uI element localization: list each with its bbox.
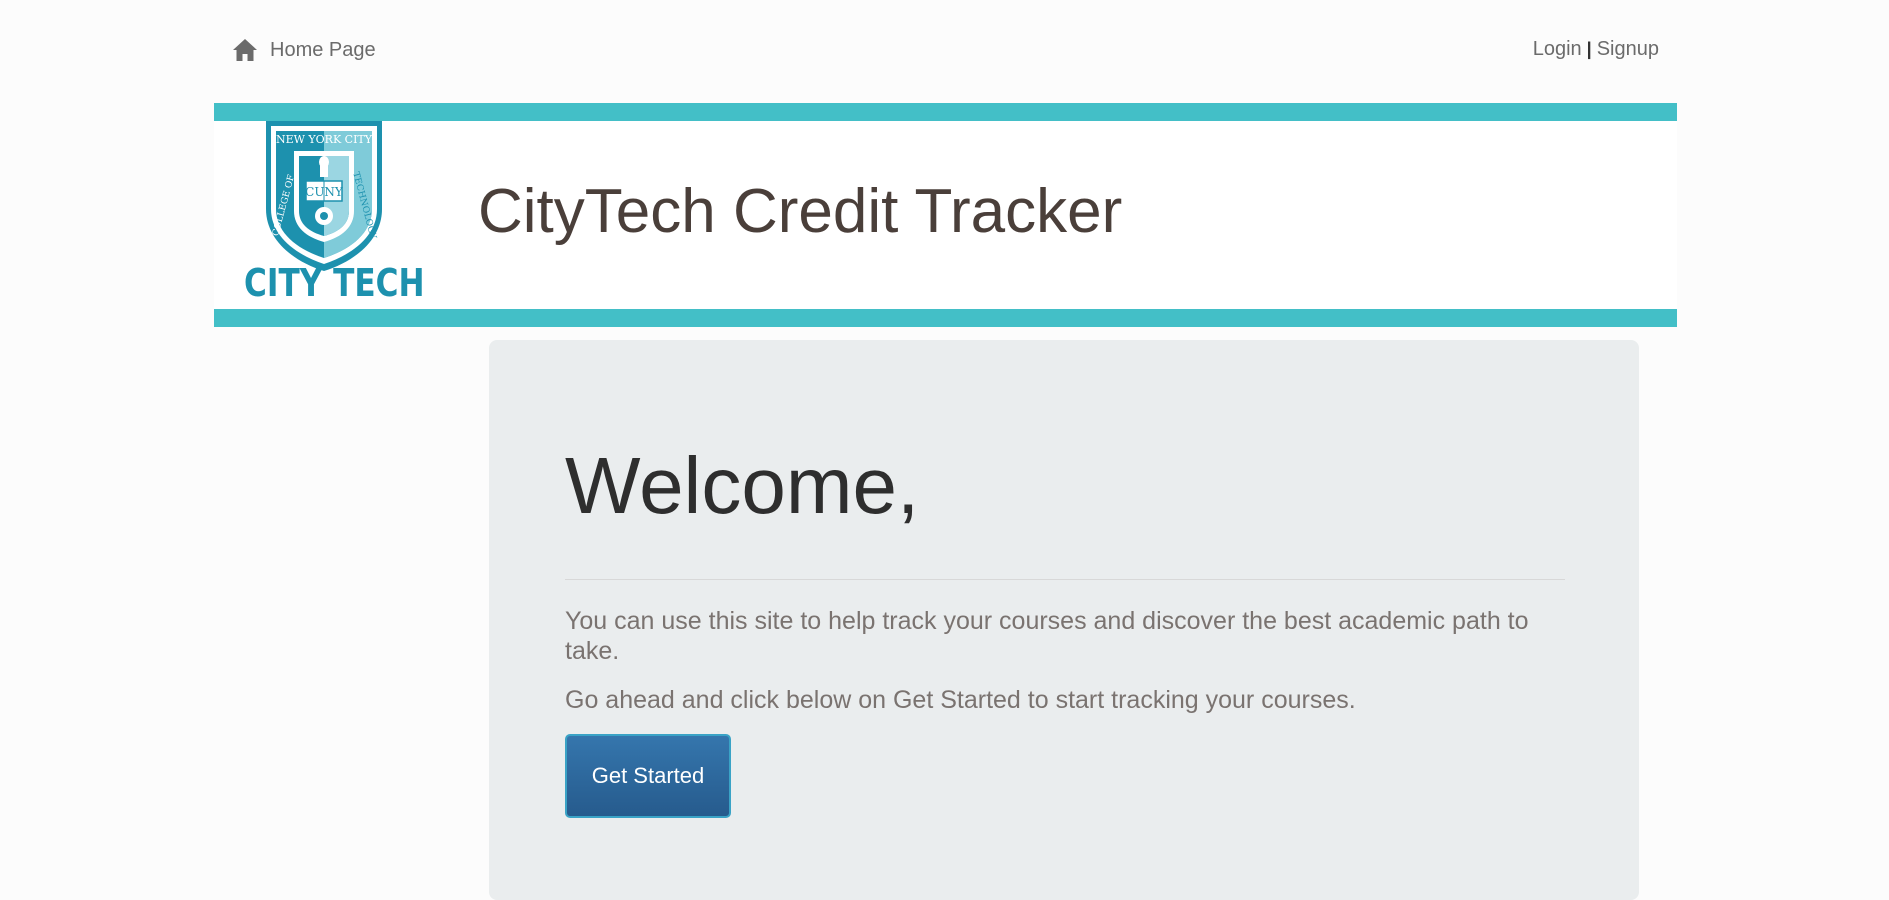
site-header: CUNY NEW YORK CITY COLLEGE OF TECHNOLOGY…: [214, 121, 1677, 309]
welcome-heading: Welcome,: [565, 441, 920, 530]
site-title: CityTech Credit Tracker: [478, 177, 1123, 246]
signup-link[interactable]: Signup: [1597, 38, 1659, 60]
home-page-link[interactable]: Home Page: [232, 38, 376, 62]
home-icon: [233, 39, 257, 61]
logo-wordmark: CITY TECH: [244, 261, 425, 305]
home-page-label: Home Page: [270, 38, 376, 61]
auth-separator: |: [1586, 39, 1592, 59]
header-top-band: [214, 103, 1677, 121]
auth-links: Login | Signup: [1533, 38, 1659, 61]
welcome-panel: Welcome, You can use this site to help t…: [489, 340, 1639, 900]
top-navigation: Home Page Login | Signup: [214, 0, 1677, 102]
get-started-button[interactable]: Get Started: [565, 734, 731, 818]
header-bottom-band: [214, 309, 1677, 327]
divider: [565, 579, 1565, 580]
instruction-paragraph: Go ahead and click below on Get Started …: [565, 686, 1356, 714]
intro-paragraph: You can use this site to help track your…: [565, 607, 1529, 665]
login-link[interactable]: Login: [1533, 38, 1582, 60]
svg-text:NEW YORK CITY: NEW YORK CITY: [276, 133, 373, 146]
svg-text:CUNY: CUNY: [305, 185, 344, 199]
